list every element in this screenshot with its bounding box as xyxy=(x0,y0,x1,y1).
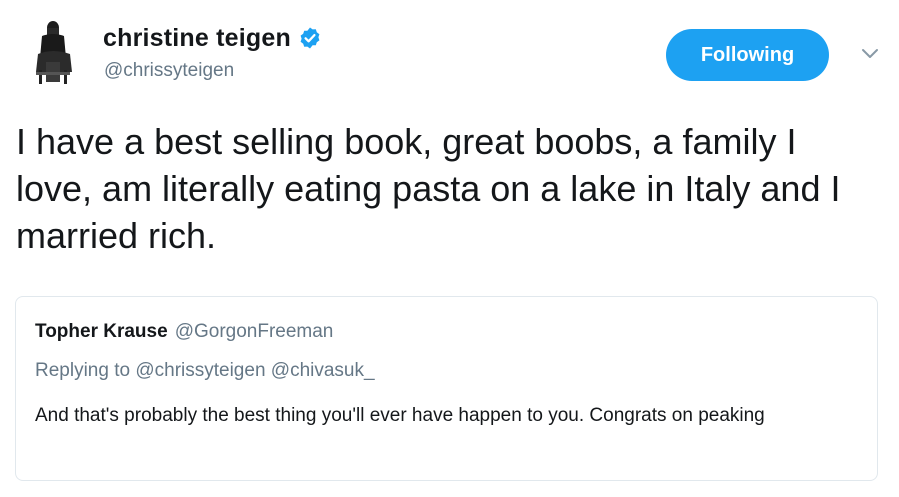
verified-badge-icon xyxy=(298,26,322,50)
chevron-down-icon[interactable] xyxy=(860,46,880,62)
profile-photo-icon xyxy=(16,14,90,88)
author-avatar[interactable] xyxy=(16,14,90,88)
quoted-author-handle: @GorgonFreeman xyxy=(174,321,334,342)
tweet-card: christine teigen @chrissyteigen Followin… xyxy=(0,0,899,497)
author-handle[interactable]: @chrissyteigen xyxy=(104,60,234,82)
quoted-tweet-text: And that's probably the best thing you'l… xyxy=(35,405,765,426)
author-display-name[interactable]: christine teigen xyxy=(103,24,291,53)
author-name-row: christine teigen xyxy=(103,22,322,54)
replying-to-text: Replying to @chrissyteigen @chivasuk_ xyxy=(35,360,375,381)
quoted-tweet[interactable]: Topher Krause @GorgonFreeman Replying to… xyxy=(15,296,878,481)
following-button[interactable]: Following xyxy=(666,29,829,81)
tweet-text: I have a best selling book, great boobs,… xyxy=(16,121,841,256)
quoted-tweet-header: Topher Krause @GorgonFreeman xyxy=(35,321,333,343)
quoted-author-name: Topher Krause xyxy=(35,321,168,342)
